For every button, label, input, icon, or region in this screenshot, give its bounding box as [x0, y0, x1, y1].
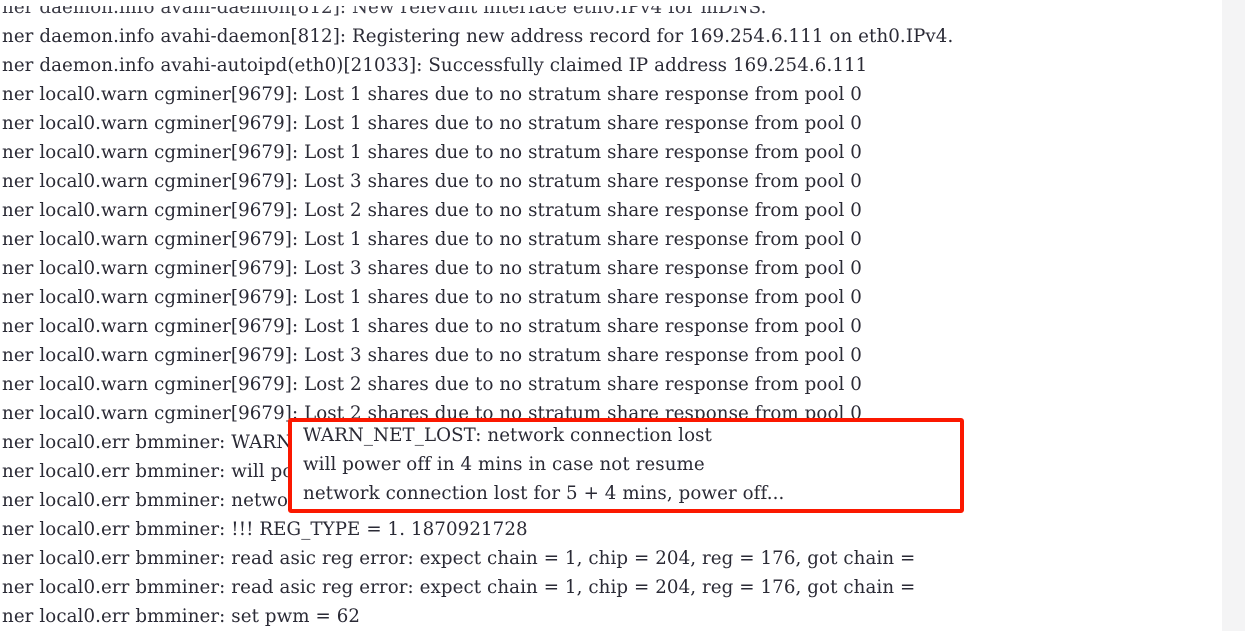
top-clip-mask — [0, 0, 1222, 6]
log-line: ner local0.warn cgminer[9679]: Lost 2 sh… — [2, 374, 862, 395]
highlighted-log-line: network connection lost for 5 + 4 mins, … — [303, 483, 785, 504]
log-line: ner local0.warn cgminer[9679]: Lost 1 sh… — [2, 142, 862, 163]
log-line: ner local0.err bmminer: !!! REG_TYPE = 1… — [2, 519, 528, 540]
log-line: ner local0.warn cgminer[9679]: Lost 3 sh… — [2, 345, 862, 366]
log-line: ner local0.warn cgminer[9679]: Lost 1 sh… — [2, 84, 862, 105]
log-line: ner local0.err bmminer: read asic reg er… — [2, 548, 916, 569]
highlighted-log-line: will power off in 4 mins in case not res… — [303, 454, 705, 475]
log-line: ner local0.warn cgminer[9679]: Lost 1 sh… — [2, 113, 862, 134]
log-line: ner local0.warn cgminer[9679]: Lost 2 sh… — [2, 200, 862, 221]
log-viewport[interactable]: ner daemon.info avahi-daemon[812]: New r… — [0, 0, 1245, 631]
log-line-list[interactable]: ner daemon.info avahi-daemon[812]: New r… — [0, 0, 1222, 631]
log-line: ner local0.warn cgminer[9679]: Lost 3 sh… — [2, 258, 862, 279]
log-line: ner local0.err bmminer: read asic reg er… — [2, 577, 916, 598]
log-line: ner local0.warn cgminer[9679]: Lost 1 sh… — [2, 287, 862, 308]
log-line: ner daemon.info avahi-autoipd(eth0)[2103… — [2, 55, 868, 76]
log-line: ner daemon.info avahi-daemon[812]: Regis… — [2, 26, 954, 47]
highlighted-log-line: WARN_NET_LOST: network connection lost — [303, 425, 712, 446]
log-line: ner local0.warn cgminer[9679]: Lost 1 sh… — [2, 316, 862, 337]
vertical-scrollbar-gutter[interactable] — [1222, 0, 1245, 631]
log-line: ner local0.warn cgminer[9679]: Lost 3 sh… — [2, 171, 862, 192]
log-line: ner local0.warn cgminer[9679]: Lost 1 sh… — [2, 229, 862, 250]
log-line: ner local0.err bmminer: set pwm = 62 — [2, 606, 361, 627]
